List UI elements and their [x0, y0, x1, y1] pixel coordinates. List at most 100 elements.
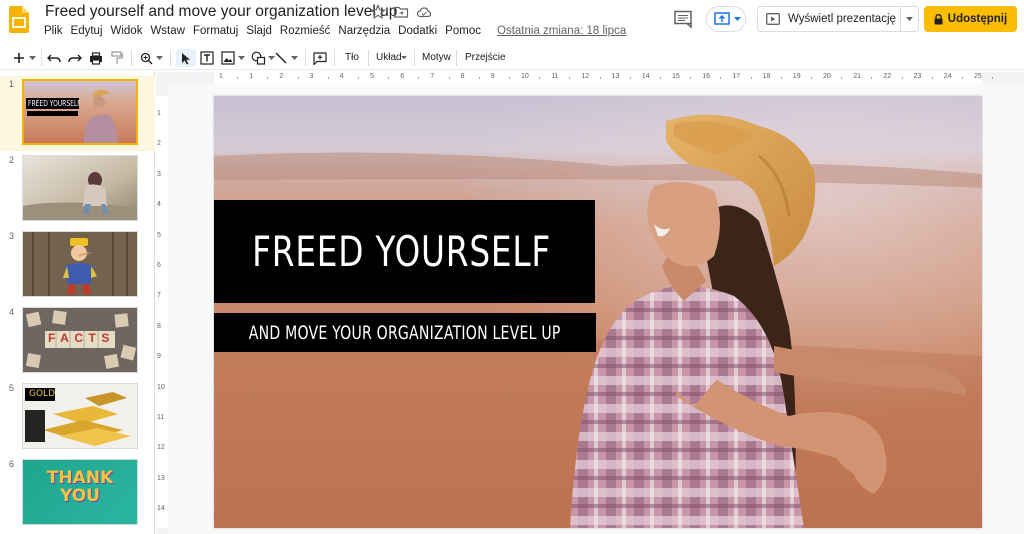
ruler-tick: [418, 77, 420, 79]
ruler-tick: [267, 77, 269, 79]
redo-icon[interactable]: [66, 49, 84, 67]
slide-thumbnail-2[interactable]: [22, 155, 138, 221]
ruler-tick: [871, 77, 873, 79]
ruler-tick-label: 13: [157, 474, 165, 482]
slide-thumbnail-caption: GOLD: [29, 389, 56, 399]
meet-present-button[interactable]: [706, 6, 746, 32]
horizontal-ruler[interactable]: 1 1 2 3 4 5 6 7 8 9 10 11 12 13 14 15 16 17 18 19 20 21 22 23 24…: [214, 72, 994, 84]
slide-thumbnail-6[interactable]: THANK YOU: [22, 459, 138, 525]
ruler-tick-label: 1: [249, 73, 254, 80]
menu-format[interactable]: Formatuj: [189, 24, 242, 39]
undo-icon[interactable]: [45, 49, 63, 67]
ruler-tick-label: 12: [157, 444, 165, 452]
menu-insert[interactable]: Wstaw: [146, 24, 189, 39]
ruler-tick: [539, 77, 541, 79]
present-options-dropdown[interactable]: [901, 7, 918, 31]
ruler-tick-label: 3: [309, 73, 314, 80]
slide-subtitle-box[interactable]: AND MOVE YOUR ORGANIZATION LEVEL UP: [214, 313, 596, 352]
ruler-tick-label: 12: [581, 73, 590, 80]
slide-filmstrip: 1 FREED YOURSELF 2 3 4 FACTS 5 GOLD 6 TH…: [0, 71, 155, 534]
slide-number: 4: [9, 307, 15, 317]
slide-title-box[interactable]: FREED YOURSELF: [214, 200, 595, 303]
ruler-tick-label: 23: [913, 73, 922, 80]
ruler-tick-label: 6: [400, 73, 405, 80]
ruler-tick-label: 13: [611, 73, 620, 80]
ruler-tick-label: 17: [732, 73, 741, 80]
ruler-tick-label: 11: [551, 73, 559, 80]
comments-icon[interactable]: [670, 8, 696, 30]
vertical-ruler[interactable]: 1 2 3 4 5 6 7 8 9 10 11 12 13 14: [156, 96, 168, 528]
ruler-tick: [448, 77, 450, 79]
zoom-dropdown-icon[interactable]: [153, 49, 165, 67]
ruler-tick-label: 5: [370, 73, 374, 80]
document-title[interactable]: Freed yourself and move your organizatio…: [45, 3, 397, 21]
text-box-icon[interactable]: [198, 49, 216, 67]
ruler-tick-label: 3: [157, 170, 161, 178]
ruler-tick-label: 21: [853, 73, 861, 80]
menu-addons[interactable]: Dodatki: [394, 24, 441, 39]
layout-dropdown-icon[interactable]: [399, 49, 409, 67]
ruler-tick: [780, 77, 782, 79]
share-button[interactable]: Udostępnij: [924, 6, 1017, 32]
ruler-tick-label: 2: [157, 140, 161, 148]
slides-logo-icon[interactable]: [9, 6, 29, 33]
ruler-tick: [931, 77, 933, 79]
chevron-down-icon: [906, 16, 914, 21]
paint-format-icon[interactable]: [108, 49, 126, 67]
ruler-tick: [659, 77, 661, 79]
slide-number: 5: [9, 383, 15, 393]
toolbar-separator: [305, 50, 306, 66]
ruler-tick-label: 16: [702, 73, 710, 80]
ruler-tick-label: 10: [157, 383, 165, 391]
move-folder-icon[interactable]: [393, 4, 409, 20]
slide-canvas[interactable]: FREED YOURSELF AND MOVE YOUR ORGANIZATIO…: [214, 96, 982, 528]
ruler-tick: [841, 77, 843, 79]
ruler-tick: [508, 77, 510, 79]
ruler-tick-label: 8: [460, 73, 465, 80]
slide-background-photo: [214, 96, 982, 528]
ruler-tick-label: 14: [641, 73, 650, 80]
menu-tools[interactable]: Narzędzia: [334, 24, 394, 39]
ruler-tick-label: 4: [339, 73, 344, 80]
print-icon[interactable]: [87, 49, 105, 67]
ruler-tick-label: 15: [672, 73, 680, 80]
slide-subtitle: AND MOVE YOUR ORGANIZATION LEVEL UP: [249, 321, 561, 344]
new-slide-layout-dropdown-icon[interactable]: [26, 49, 38, 67]
star-icon[interactable]: [370, 4, 386, 20]
slide-thumbnail-1[interactable]: FREED YOURSELF: [22, 79, 138, 145]
slide-thumbnail-5[interactable]: GOLD: [22, 383, 138, 449]
menu-file[interactable]: Plik: [44, 24, 67, 39]
menu-edit[interactable]: Edytuj: [67, 24, 107, 39]
add-comment-icon[interactable]: [311, 49, 329, 67]
ruler-tick: [961, 77, 963, 79]
cloud-status-icon[interactable]: [416, 4, 432, 20]
present-to-meeting-icon: [714, 12, 730, 25]
theme-button[interactable]: Motyw: [422, 52, 451, 63]
slide-thumbnail-3[interactable]: [22, 231, 138, 297]
slideshow-icon: [766, 13, 780, 25]
menu-view[interactable]: Widok: [107, 24, 147, 39]
transition-button[interactable]: Przejście: [465, 52, 506, 63]
slide-number: 1: [9, 79, 15, 89]
ruler-tick-label: 8: [157, 322, 161, 330]
present-button[interactable]: Wyświetl prezentację: [757, 6, 919, 32]
background-button[interactable]: Tło: [345, 52, 359, 63]
ruler-tick-label: 7: [157, 292, 161, 300]
present-main-button[interactable]: Wyświetl prezentację: [758, 7, 902, 31]
slide-thumbnail-4[interactable]: FACTS: [22, 307, 138, 373]
ruler-tick-label: 10: [521, 73, 529, 80]
menu-help[interactable]: Pomoc: [441, 24, 485, 39]
ruler-tick-label: 1: [157, 110, 161, 117]
menu-arrange[interactable]: Rozmieść: [276, 24, 334, 39]
image-dropdown-icon[interactable]: [235, 49, 247, 67]
layout-button[interactable]: Układ: [376, 52, 402, 63]
menu-slide[interactable]: Slajd: [242, 24, 276, 39]
ruler-tick-label: 19: [792, 73, 801, 80]
menu-bar: Plik Edytuj Widok Wstaw Formatuj Slajd R…: [44, 24, 485, 39]
last-edit-link[interactable]: Ostatnia zmiana: 18 lipca: [497, 25, 626, 37]
slide-number: 2: [9, 155, 15, 165]
ruler-tick-label: 20: [823, 73, 831, 80]
select-tool-icon[interactable]: [176, 49, 196, 67]
chevron-down-icon: [734, 17, 741, 21]
line-dropdown-icon[interactable]: [288, 49, 300, 67]
